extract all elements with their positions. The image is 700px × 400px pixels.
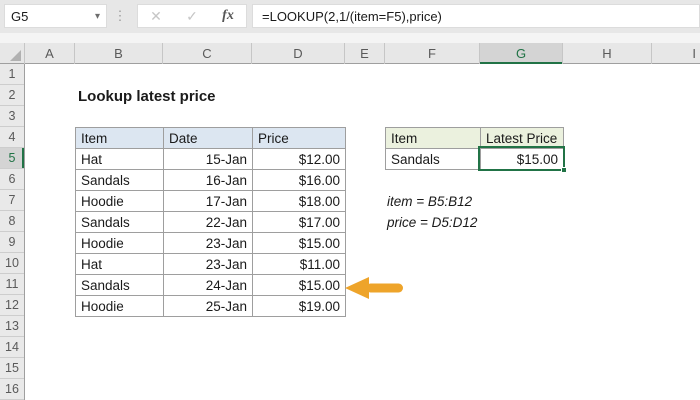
column-header-b[interactable]: B [75,43,163,64]
fill-handle[interactable] [561,167,567,173]
cell[interactable]: $11.00 [252,253,346,275]
cell[interactable]: $16.00 [252,169,346,191]
cell-g5-active[interactable]: $15.00 [480,148,564,170]
enter-icon[interactable]: ✓ [186,8,198,25]
select-all-triangle-icon [10,50,21,61]
row-headers: 1 2 3 4 5 6 7 8 9 10 11 12 13 14 15 16 [0,64,25,400]
row-header-12[interactable]: 12 [0,295,24,316]
cell[interactable]: $12.00 [252,148,346,170]
column-headers: A B C D E F G H I [0,43,700,64]
named-range-note-price[interactable]: price = D5:D12 [387,212,477,233]
cell[interactable]: Hoodie [75,232,164,254]
row-header-2[interactable]: 2 [0,85,24,106]
column-header-i[interactable]: I [652,43,700,64]
table-row: Sandals 24-Jan $15.00 [75,274,346,296]
result-table: Item Latest Price Sandals $15.00 [385,127,564,170]
formula-bar-divider [0,33,700,43]
column-header-d[interactable]: D [252,43,345,64]
data-table-header-price[interactable]: Price [252,127,346,149]
cell[interactable]: 16-Jan [163,169,253,191]
row-header-11[interactable]: 11 [0,274,24,295]
cell[interactable]: Hat [75,253,164,275]
table-row: Sandals 22-Jan $17.00 [75,211,346,233]
table-row: Hoodie 25-Jan $19.00 [75,295,346,317]
column-header-c[interactable]: C [163,43,252,64]
row-header-9[interactable]: 9 [0,232,24,253]
named-range-note-item[interactable]: item = B5:B12 [387,191,472,212]
cell[interactable]: $17.00 [252,211,346,233]
row-header-4[interactable]: 4 [0,127,24,148]
cell[interactable]: $19.00 [252,295,346,317]
row-header-13[interactable]: 13 [0,316,24,337]
cell[interactable]: 22-Jan [163,211,253,233]
row-header-7[interactable]: 7 [0,190,24,211]
result-table-header-latest-price[interactable]: Latest Price [480,127,564,149]
formula-bar-controls: ✕ ✓ fx [137,4,247,28]
cell[interactable]: 23-Jan [163,232,253,254]
cell[interactable]: Sandals [75,169,164,191]
table-row: Hat 15-Jan $12.00 [75,148,346,170]
cell[interactable]: Sandals [75,274,164,296]
cell[interactable]: Hat [75,148,164,170]
column-header-g-selected[interactable]: G [480,43,563,64]
name-box-dropdown-icon[interactable]: ▾ [95,11,100,22]
insert-function-icon[interactable]: fx [222,8,234,24]
table-row: Sandals $15.00 [385,148,564,170]
column-header-a[interactable]: A [25,43,75,64]
table-row: Hoodie 17-Jan $18.00 [75,190,346,212]
cell[interactable]: $15.00 [252,232,346,254]
column-header-e[interactable]: E [345,43,385,64]
name-box-value: G5 [11,8,29,24]
data-table: Item Date Price Hat 15-Jan $12.00 Sandal… [75,127,346,317]
result-table-header-item[interactable]: Item [385,127,481,149]
cell[interactable]: 15-Jan [163,148,253,170]
data-table-header-date[interactable]: Date [163,127,253,149]
cell[interactable]: $15.00 [252,274,346,296]
row-header-16[interactable]: 16 [0,379,24,400]
table-row: Hoodie 23-Jan $15.00 [75,232,346,254]
formula-input[interactable]: =LOOKUP(2,1/(item=F5),price) [252,4,700,28]
data-table-header-item[interactable]: Item [75,127,164,149]
row-header-8[interactable]: 8 [0,211,24,232]
cancel-icon[interactable]: ✕ [150,8,162,25]
row-header-5-selected[interactable]: 5 [0,148,24,169]
row-header-14[interactable]: 14 [0,337,24,358]
column-header-f[interactable]: F [385,43,480,64]
name-box[interactable]: G5 ▾ [4,4,107,28]
annotation-arrow-icon [345,277,407,299]
row-header-10[interactable]: 10 [0,253,24,274]
cell[interactable]: 17-Jan [163,190,253,212]
cell[interactable]: Sandals [385,148,481,170]
row-header-6[interactable]: 6 [0,169,24,190]
cell[interactable]: 24-Jan [163,274,253,296]
table-row: Sandals 16-Jan $16.00 [75,169,346,191]
formula-bar: G5 ▾ ⋮ ✕ ✓ fx =LOOKUP(2,1/(item=F5),pric… [0,0,700,33]
select-all-button[interactable] [0,43,25,64]
cell[interactable]: Sandals [75,211,164,233]
cell[interactable]: 23-Jan [163,253,253,275]
cell[interactable]: Hoodie [75,190,164,212]
row-header-15[interactable]: 15 [0,358,24,379]
row-header-3[interactable]: 3 [0,106,24,127]
formula-bar-drag-handle-icon: ⋮ [113,8,127,23]
cell[interactable]: Hoodie [75,295,164,317]
row-header-1[interactable]: 1 [0,64,24,85]
table-row: Hat 23-Jan $11.00 [75,253,346,275]
column-header-h[interactable]: H [563,43,652,64]
sheet-title[interactable]: Lookup latest price [78,86,216,107]
cell[interactable]: 25-Jan [163,295,253,317]
cell[interactable]: $18.00 [252,190,346,212]
